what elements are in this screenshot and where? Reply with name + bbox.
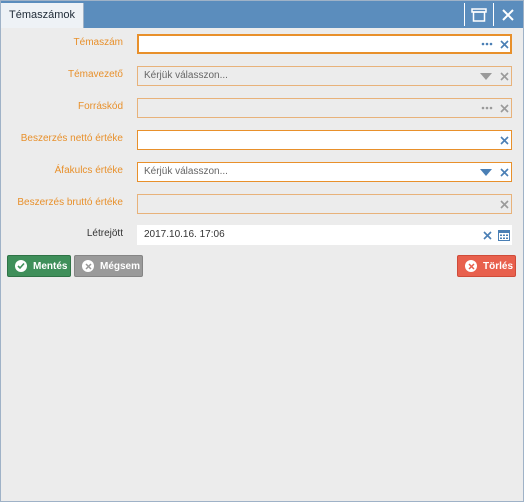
clear-button[interactable] <box>497 195 511 213</box>
letrejott-datetime-input[interactable]: 2017.10.16. 17:06 <box>137 225 512 245</box>
lookup-button[interactable] <box>479 35 495 53</box>
field-row-temaszam: Témaszám <box>1 34 523 54</box>
netto-input[interactable] <box>137 130 512 150</box>
clear-button[interactable] <box>497 67 511 85</box>
ellipsis-icon <box>481 42 493 46</box>
close-circle-icon <box>82 260 94 272</box>
chevron-down-icon <box>480 168 492 176</box>
field-row-brutto: Beszerzés bruttó értéke <box>1 194 523 214</box>
field-row-afakulcs: Áfakulcs értéke Kérjük válasszon... <box>1 162 523 182</box>
temaszam-label: Témaszám <box>73 37 123 48</box>
delete-button[interactable]: Törlés <box>457 255 516 277</box>
close-icon <box>499 103 509 113</box>
window-title: Témaszámok <box>1 3 85 28</box>
temaszam-input[interactable] <box>137 34 512 54</box>
afakulcs-label: Áfakulcs értéke <box>54 165 123 176</box>
window-restore-icon <box>471 7 487 22</box>
clear-button[interactable] <box>497 163 511 181</box>
lookup-button[interactable] <box>479 99 495 117</box>
field-row-netto: Beszerzés nettó értéke <box>1 130 523 150</box>
temavezeto-select[interactable]: Kérjük válasszon... <box>137 66 512 86</box>
temavezeto-placeholder: Kérjük válasszon... <box>144 70 228 81</box>
close-icon <box>482 230 492 240</box>
delete-button-label: Törlés <box>483 260 514 272</box>
field-row-forraskod: Forráskód <box>1 98 523 118</box>
temavezeto-label: Témavezető <box>67 69 123 80</box>
close-icon <box>499 199 509 209</box>
close-icon <box>499 39 509 49</box>
afakulcs-select[interactable]: Kérjük válasszon... <box>137 162 512 182</box>
title-bar: Témaszámok <box>1 1 523 28</box>
check-icon <box>15 260 27 272</box>
save-button-label: Mentés <box>33 260 68 272</box>
letrejott-value: 2017.10.16. 17:06 <box>144 229 225 240</box>
letrejott-label: Létrejött <box>86 228 123 239</box>
field-row-temavezeto: Témavezető Kérjük válasszon... <box>1 66 523 86</box>
dialog-window: Témaszámok Témaszám Témavezető Kérjük vá… <box>0 0 524 502</box>
afakulcs-placeholder: Kérjük válasszon... <box>144 166 228 177</box>
netto-label: Beszerzés nettó értéke <box>20 133 123 144</box>
dropdown-button[interactable] <box>478 67 494 85</box>
brutto-input[interactable] <box>137 194 512 214</box>
maximize-button[interactable] <box>464 3 493 26</box>
close-icon <box>499 71 509 81</box>
chevron-down-icon <box>480 72 492 80</box>
dropdown-button[interactable] <box>478 163 494 181</box>
field-row-letrejott: Létrejött 2017.10.16. 17:06 <box>1 225 523 245</box>
clear-button[interactable] <box>480 226 494 244</box>
clear-button[interactable] <box>497 35 511 53</box>
clear-button[interactable] <box>497 131 511 149</box>
forraskod-label: Forráskód <box>77 101 123 112</box>
calendar-icon <box>498 230 510 241</box>
cancel-button-label: Mégsem <box>100 260 141 272</box>
close-icon <box>499 167 509 177</box>
forraskod-input[interactable] <box>137 98 512 118</box>
clear-button[interactable] <box>497 99 511 117</box>
cancel-button[interactable]: Mégsem <box>74 255 143 277</box>
close-window-button[interactable] <box>493 3 522 26</box>
calendar-button[interactable] <box>497 226 511 244</box>
close-icon <box>502 8 514 21</box>
save-button[interactable]: Mentés <box>7 255 71 277</box>
brutto-label: Beszerzés bruttó értéke <box>17 197 123 208</box>
close-circle-icon <box>465 260 477 272</box>
close-icon <box>499 135 509 145</box>
ellipsis-icon <box>481 106 493 110</box>
